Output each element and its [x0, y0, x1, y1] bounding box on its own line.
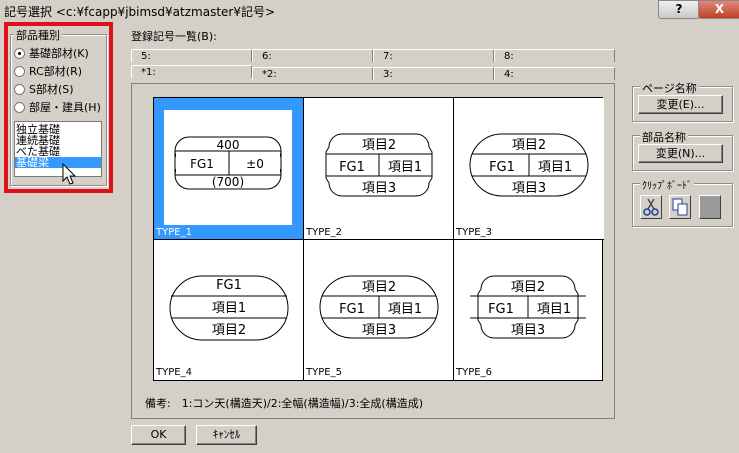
- paste-icon: [700, 196, 720, 218]
- symbol-type5-icon: 項目2 FG1 項目1 項目3: [319, 275, 439, 339]
- symbol-cell-type5[interactable]: 項目2 FG1 項目1 項目3 TYPE_5: [304, 240, 454, 380]
- row-3: 項目3: [362, 181, 396, 196]
- tab-7[interactable]: 7:: [373, 49, 494, 62]
- symbol-label: TYPE_2: [306, 227, 342, 238]
- symbol-cell-type4[interactable]: FG1 項目1 項目2 TYPE_4: [154, 240, 304, 380]
- row-2b: 項目1: [537, 302, 571, 317]
- tab-1[interactable]: *1:: [131, 65, 252, 78]
- row-3: 項目3: [512, 181, 546, 196]
- symbol-type4-icon: FG1 項目1 項目2: [169, 275, 289, 341]
- row-2b: 項目1: [388, 160, 422, 175]
- row-1: 項目2: [362, 138, 396, 153]
- row-2a: FG1: [489, 160, 515, 175]
- row-1: 項目2: [362, 280, 396, 295]
- tab-6[interactable]: 6:: [252, 49, 373, 62]
- part-name-legend: 部品名称: [640, 129, 688, 145]
- change-page-name-button[interactable]: 変更(E)...: [638, 95, 723, 114]
- tab-5[interactable]: 5:: [131, 49, 252, 62]
- help-button[interactable]: ?: [658, 0, 700, 19]
- row-2b: 項目1: [388, 302, 422, 317]
- row-3: 項目2: [212, 323, 246, 338]
- row-2a: FG1: [339, 160, 365, 175]
- row-1: 400: [217, 138, 240, 152]
- symbol-label: TYPE_1: [156, 227, 192, 238]
- row-3: (700): [212, 175, 244, 189]
- window-title: 記号選択 <c:¥fcapp¥jbimsd¥atzmaster¥記号>: [4, 5, 276, 19]
- row-3: 項目3: [362, 323, 396, 338]
- tab-2[interactable]: *2:: [252, 67, 373, 80]
- symbol-cell-type6[interactable]: 項目2 FG1 項目1 項目3 TYPE_6: [454, 240, 602, 380]
- row-2: 項目1: [212, 301, 246, 316]
- row-2a: FG1: [488, 302, 514, 317]
- cut-icon: [643, 198, 659, 216]
- title-bar: 記号選択 <c:¥fcapp¥jbimsd¥atzmaster¥記号> ? X: [0, 0, 739, 20]
- tab-8[interactable]: 8:: [494, 49, 615, 62]
- symbol-label: TYPE_6: [456, 367, 492, 378]
- symbol-cell-type3[interactable]: 項目2 FG1 項目1 項目3 TYPE_3: [454, 98, 604, 240]
- ok-button[interactable]: OK: [131, 425, 186, 445]
- row-2b: 項目1: [538, 160, 572, 175]
- change-part-name-button[interactable]: 変更(N)...: [638, 144, 723, 163]
- cut-button[interactable]: [640, 195, 662, 219]
- row-1: 項目2: [512, 138, 546, 153]
- row-1: FG1: [216, 278, 242, 293]
- cancel-button[interactable]: ｷｬﾝｾﾙ: [196, 425, 257, 445]
- row-2b: ±0: [246, 157, 264, 171]
- symbol-type1-icon: 400 FG1 ±0 (700): [174, 136, 282, 190]
- symbol-type6-icon: 項目2 FG1 項目1 項目3: [470, 275, 586, 339]
- tab-3[interactable]: 3:: [373, 67, 494, 80]
- symbol-type3-icon: 項目2 FG1 項目1 項目3: [469, 133, 589, 197]
- symbol-cell-type1[interactable]: 400 FG1 ±0 (700) TYPE_1: [154, 98, 304, 240]
- symbol-cell-type2[interactable]: 項目2 FG1 項目1 項目3 TYPE_2: [304, 98, 454, 240]
- symbol-type2-icon: 項目2 FG1 項目1 項目3: [325, 133, 433, 197]
- remarks-text: 備考: 1:コン天(構造天)/2:全幅(構造幅)/3:全成(構造成): [145, 397, 423, 410]
- tab-4[interactable]: 4:: [494, 67, 615, 80]
- symbol-preview: 400 FG1 ±0 (700): [164, 110, 292, 225]
- copy-icon: [672, 198, 688, 216]
- close-button[interactable]: X: [698, 0, 739, 19]
- row-2a: FG1: [339, 302, 365, 317]
- row-1: 項目2: [511, 280, 545, 295]
- symbol-label: TYPE_3: [456, 227, 492, 238]
- row-3: 項目3: [511, 323, 545, 338]
- page-name-legend: ページ名称: [640, 80, 699, 96]
- highlight-box: [4, 22, 113, 193]
- clipboard-legend: ｸﾘｯﾌﾟﾎﾞｰﾄﾞ: [640, 177, 694, 192]
- symbol-label: TYPE_4: [156, 367, 192, 378]
- paste-button[interactable]: [699, 195, 721, 219]
- registered-list-label: 登録記号一覧(B):: [131, 30, 217, 43]
- symbol-grid: 400 FG1 ±0 (700) TYPE_1 項目2 FG1 項目1 項目3 …: [153, 97, 604, 381]
- row-2a: FG1: [190, 157, 214, 171]
- copy-button[interactable]: [669, 195, 691, 219]
- symbol-label: TYPE_5: [306, 367, 342, 378]
